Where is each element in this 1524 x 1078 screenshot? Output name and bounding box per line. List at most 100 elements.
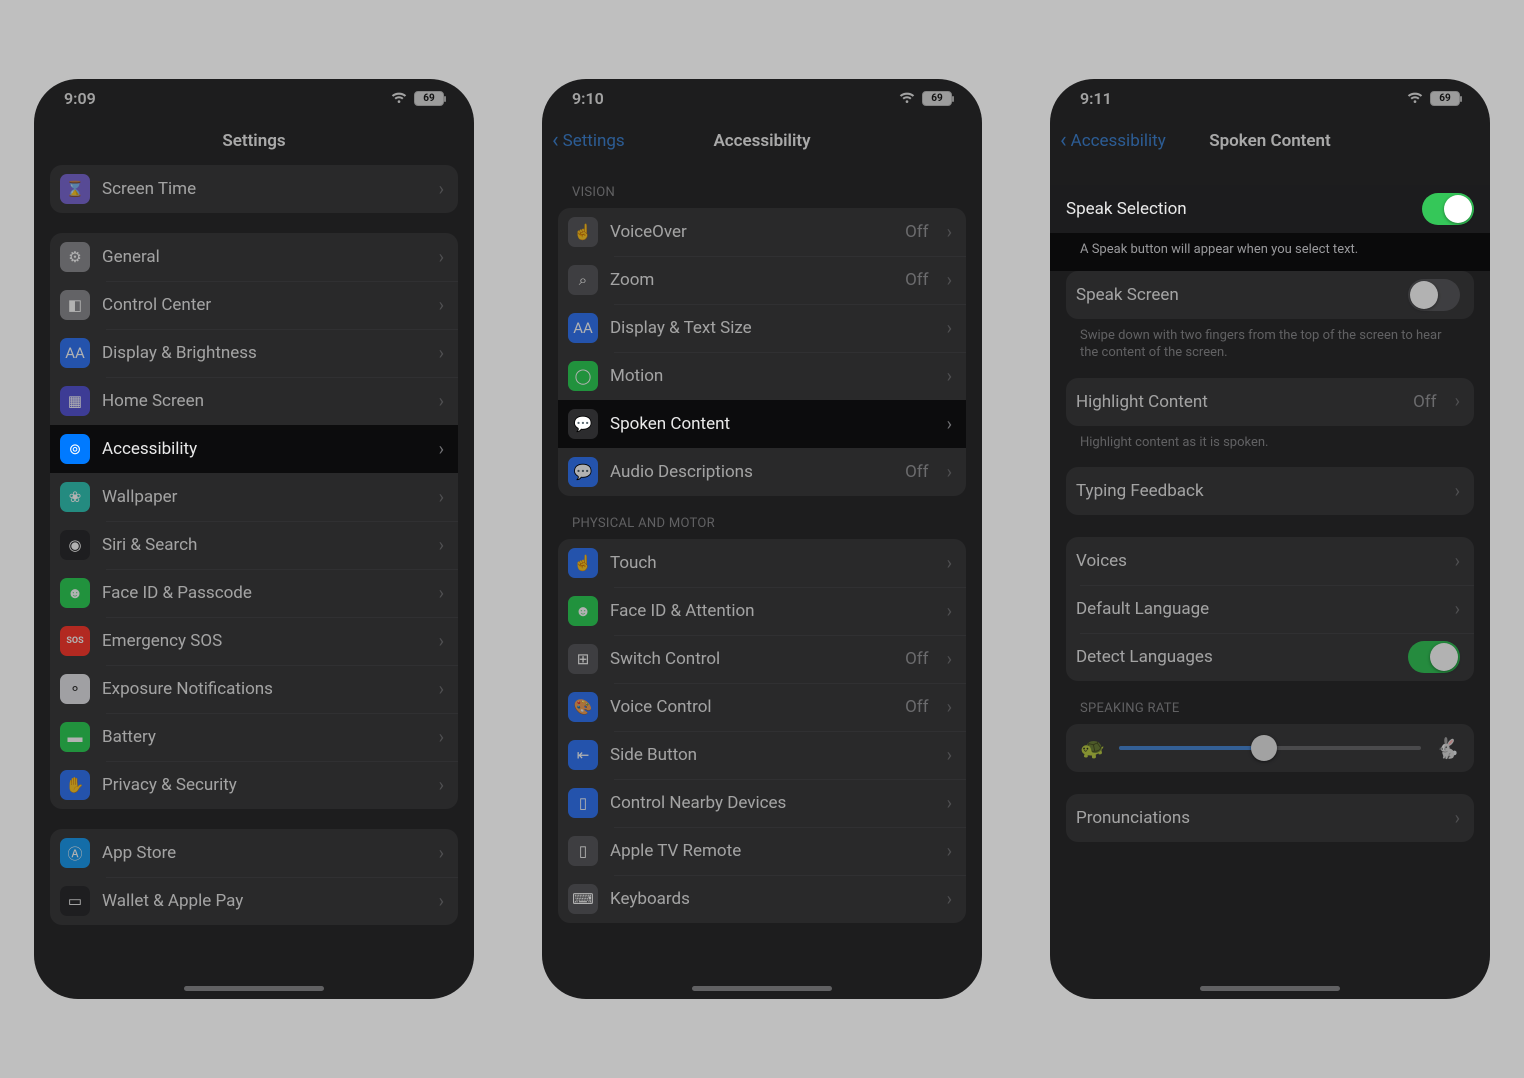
row-label: App Store [102,843,421,863]
row-emergency-sos[interactable]: SOS Emergency SOS › [50,617,458,665]
row-display-text-size[interactable]: AA Display & Text Size › [558,304,966,352]
back-button[interactable]: ‹ Accessibility [1060,130,1166,152]
row-label: Detect Languages [1076,647,1396,667]
rabbit-icon: 🐇 [1435,736,1460,760]
home-indicator[interactable] [184,986,324,991]
row-typing-feedback[interactable]: Typing Feedback › [1066,467,1474,515]
row-voices[interactable]: Voices › [1066,537,1474,585]
battery-icon: ▬ [60,722,90,752]
turtle-icon: 🐢 [1080,736,1105,760]
row-label: Highlight Content [1076,392,1401,412]
row-home-screen[interactable]: ▦ Home Screen › [50,377,458,425]
toggle-speak-screen[interactable] [1408,279,1460,311]
row-zoom[interactable]: ⌕ Zoom Off › [558,256,966,304]
row-voice-control[interactable]: 🎨 Voice Control Off › [558,683,966,731]
row-audio-descriptions[interactable]: 💬 Audio Descriptions Off › [558,448,966,496]
row-touch[interactable]: ☝ Touch › [558,539,966,587]
row-spoken-content[interactable]: 💬 Spoken Content › [558,400,966,448]
row-label: Accessibility [102,439,421,459]
footer-speak-selection: A Speak button will appear when you sele… [1066,233,1474,261]
row-label: VoiceOver [610,222,893,242]
row-screen-time[interactable]: ⌛ Screen Time › [50,165,458,213]
screen-time-icon: ⌛ [60,174,90,204]
status-bar: 9:09 69 [34,79,474,117]
chevron-right-icon: › [947,745,952,766]
chevron-right-icon: › [439,631,444,652]
row-label: Display & Text Size [610,318,929,338]
row-label: Wallet & Apple Pay [102,891,421,911]
row-control-center[interactable]: ◧ Control Center › [50,281,458,329]
chevron-right-icon: › [439,179,444,200]
wallpaper-icon: ❀ [60,482,90,512]
row-default-language[interactable]: Default Language › [1066,585,1474,633]
group-vision: ☝ VoiceOver Off ›⌕ Zoom Off ›AA Display … [558,208,966,496]
row-label: Typing Feedback [1076,481,1437,501]
row-motion[interactable]: ◯ Motion › [558,352,966,400]
privacy-security-icon: ✋ [60,770,90,800]
row-label: Default Language [1076,599,1437,619]
group-store: Ⓐ App Store ›▭ Wallet & Apple Pay › [50,829,458,925]
phone-spoken-content: 9:11 69 ‹ Accessibility Spoken Content S… [1050,79,1490,999]
clock: 9:10 [572,89,604,108]
row-detect-languages[interactable]: Detect Languages [1066,633,1474,681]
section-header-vision: VISION [558,165,966,208]
page-title: Spoken Content [1209,131,1331,151]
display-brightness-icon: AA [60,338,90,368]
row-face-id-attention[interactable]: ☻ Face ID & Attention › [558,587,966,635]
chevron-right-icon: › [947,270,952,291]
chevron-right-icon: › [1455,551,1460,572]
row-app-store[interactable]: Ⓐ App Store › [50,829,458,877]
battery-icon: 69 [922,91,952,106]
row-siri-search[interactable]: ◉ Siri & Search › [50,521,458,569]
clock: 9:11 [1080,89,1112,108]
row-keyboards[interactable]: ⌨ Keyboards › [558,875,966,923]
row-exposure-notifications[interactable]: ⚬ Exposure Notifications › [50,665,458,713]
row-label: Privacy & Security [102,775,421,795]
home-indicator[interactable] [1200,986,1340,991]
row-face-id-passcode[interactable]: ☻ Face ID & Passcode › [50,569,458,617]
chevron-right-icon: › [439,843,444,864]
speaking-rate-slider[interactable] [1119,746,1421,750]
row-speak-screen[interactable]: Speak Screen [1066,271,1474,319]
chevron-right-icon: › [947,889,952,910]
chevron-right-icon: › [947,649,952,670]
group-pronunciations: Pronunciations › [1066,794,1474,842]
row-label: Face ID & Attention [610,601,929,621]
home-indicator[interactable] [692,986,832,991]
row-label: Emergency SOS [102,631,421,651]
row-pronunciations[interactable]: Pronunciations › [1066,794,1474,842]
toggle-speak-selection[interactable] [1422,193,1474,225]
row-highlight-content[interactable]: Highlight Content Off › [1066,378,1474,426]
group-speaking-rate: 🐢 🐇 [1066,724,1474,772]
exposure-notifications-icon: ⚬ [60,674,90,704]
toggle-detect-languages[interactable] [1408,641,1460,673]
row-side-button[interactable]: ⇤ Side Button › [558,731,966,779]
row-label: Switch Control [610,649,893,669]
row-label: General [102,247,421,267]
row-display-brightness[interactable]: AA Display & Brightness › [50,329,458,377]
accessibility-icon: ⊚ [60,434,90,464]
emergency-sos-icon: SOS [60,626,90,656]
home-screen-icon: ▦ [60,386,90,416]
row-voiceover[interactable]: ☝ VoiceOver Off › [558,208,966,256]
chevron-left-icon: ‹ [1060,130,1067,152]
wifi-icon [1406,91,1424,105]
row-apple-tv-remote[interactable]: ▯ Apple TV Remote › [558,827,966,875]
audio-descriptions-icon: 💬 [568,457,598,487]
group-languages: Voices › Default Language › Detect Langu… [1066,537,1474,681]
row-privacy-security[interactable]: ✋ Privacy & Security › [50,761,458,809]
row-battery[interactable]: ▬ Battery › [50,713,458,761]
row-wallpaper[interactable]: ❀ Wallpaper › [50,473,458,521]
battery-icon: 69 [414,91,444,106]
row-general[interactable]: ⚙ General › [50,233,458,281]
row-switch-control[interactable]: ⊞ Switch Control Off › [558,635,966,683]
row-accessibility[interactable]: ⊚ Accessibility › [50,425,458,473]
row-wallet-apple-pay[interactable]: ▭ Wallet & Apple Pay › [50,877,458,925]
row-speak-selection[interactable]: Speak Selection [1050,185,1490,233]
footer-speak-screen: Swipe down with two fingers from the top… [1066,319,1474,364]
row-control-nearby-devices[interactable]: ▯ Control Nearby Devices › [558,779,966,827]
face-id-attention-icon: ☻ [568,596,598,626]
chevron-right-icon: › [439,391,444,412]
back-button[interactable]: ‹ Settings [552,130,625,152]
zoom-icon: ⌕ [568,265,598,295]
